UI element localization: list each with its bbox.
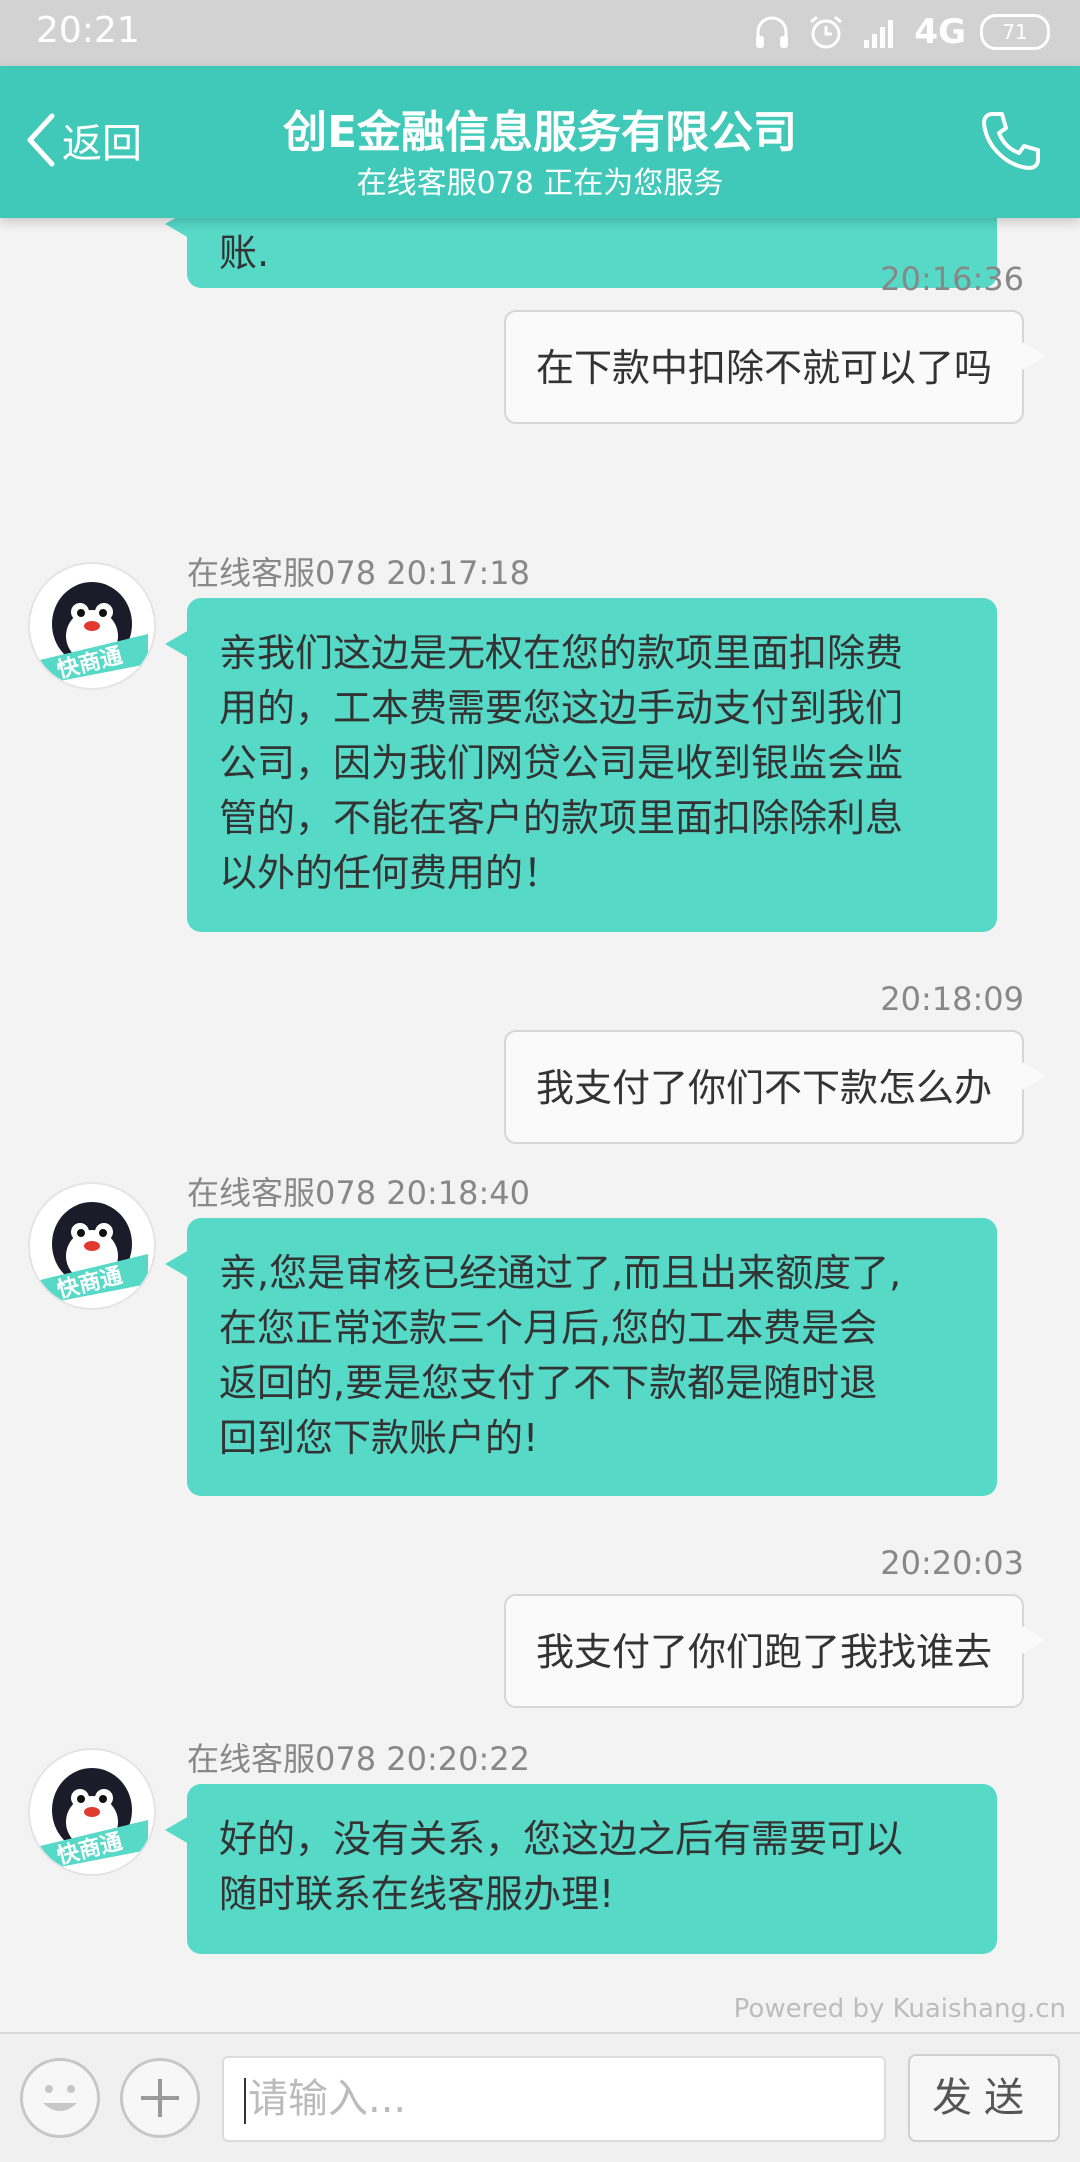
message-line: 随时联系在线客服办理! [219,1872,615,1916]
page-subtitle: 在线客服078 正在为您服务 [356,166,724,201]
status-time: 20:21 [36,10,140,51]
page-title: 创E金融信息服务有限公司 [282,107,798,158]
message-input[interactable]: 请输入... [222,2056,886,2142]
user-message: 在下款中扣除不就可以了吗 [503,310,1047,424]
message-line: 在您正常还款三个月后,您的工本费是会 [219,1306,878,1350]
message-text: 在下款中扣除不就可以了吗 [535,346,992,390]
agent-message: 亲,您是审核已经通过了,而且出来额度了, 在您正常还款三个月后,您的工本费是会 … [165,1218,997,1496]
smiley-icon [43,2085,77,2111]
agent-message: 好的，没有关系，您这边之后有需要可以 随时联系在线客服办理! [165,1784,997,1954]
status-icons: 4G 71 [752,12,1050,52]
agent-meta: 在线客服078 20:20:22 [187,1740,530,1778]
message-line: 返回的,要是您支付了不下款都是随时退 [219,1361,878,1405]
message-text: 我支付了你们跑了我找谁去 [535,1630,992,1674]
message-timestamp: 20:18:09 [880,980,1024,1018]
penguin-mascot-icon: 快商通 [40,582,148,684]
penguin-mascot-icon: 快商通 [40,1202,148,1304]
text-caret [244,2078,246,2124]
agent-avatar: 快商通 [28,1182,156,1310]
message-text: 账. [219,231,270,275]
message-line: 亲,您是审核已经通过了,而且出来额度了, [219,1251,902,1295]
message-text: 我支付了你们不下款怎么办 [535,1066,992,1110]
network-type: 4G [914,12,966,52]
user-message: 我支付了你们不下款怎么办 [503,1030,1047,1144]
message-line: 用的，工本费需要您这边手动支付到我们 [219,686,904,730]
battery-icon: 71 [980,14,1050,50]
agent-avatar: 快商通 [28,1748,156,1876]
user-message: 我支付了你们跑了我找谁去 [503,1594,1047,1708]
emoji-button[interactable] [20,2058,100,2138]
alarm-icon [810,15,843,49]
headset-icon [756,16,789,48]
signal-icon [864,20,894,48]
add-attachment-button[interactable] [120,2058,200,2138]
input-bar: 请输入... 发送 [0,2032,1080,2162]
message-list[interactable]: 账. 20:16:36 在下款中扣除不就可以了吗 快商通 在线客服078 20:… [0,218,1080,2038]
message-timestamp: 20:16:36 [880,260,1024,298]
agent-meta: 在线客服078 20:17:18 [187,554,530,592]
agent-message: 亲我们这边是无权在您的款项里面扣除费 用的，工本费需要您这边手动支付到我们 公司… [165,598,997,932]
agent-meta: 在线客服078 20:18:40 [187,1174,530,1212]
message-line: 管的，不能在客户的款项里面扣除除利息 [219,796,904,840]
message-line: 回到您下款账户的! [219,1416,539,1460]
phone-call-icon[interactable] [978,108,1044,174]
powered-by-text: Powered by Kuaishang.cn [733,1994,1066,2024]
plus-icon [141,2079,179,2117]
message-line: 好的，没有关系，您这边之后有需要可以 [219,1817,904,1861]
agent-message-partial: 账. [165,218,997,288]
message-line: 亲我们这边是无权在您的款项里面扣除费 [219,631,904,675]
agent-avatar: 快商通 [28,562,156,690]
message-timestamp: 20:20:03 [880,1544,1024,1582]
penguin-mascot-icon: 快商通 [40,1768,148,1870]
message-line: 公司，因为我们网贷公司是收到银监会监 [219,741,904,785]
send-button[interactable]: 发送 [908,2054,1060,2142]
input-placeholder: 请输入... [248,2076,407,2122]
chat-header: 返回 创E金融信息服务有限公司 在线客服078 正在为您服务 [0,66,1080,218]
message-line: 以外的任何费用的！ [219,851,562,895]
status-bar: 20:21 4G 71 [0,0,1080,66]
